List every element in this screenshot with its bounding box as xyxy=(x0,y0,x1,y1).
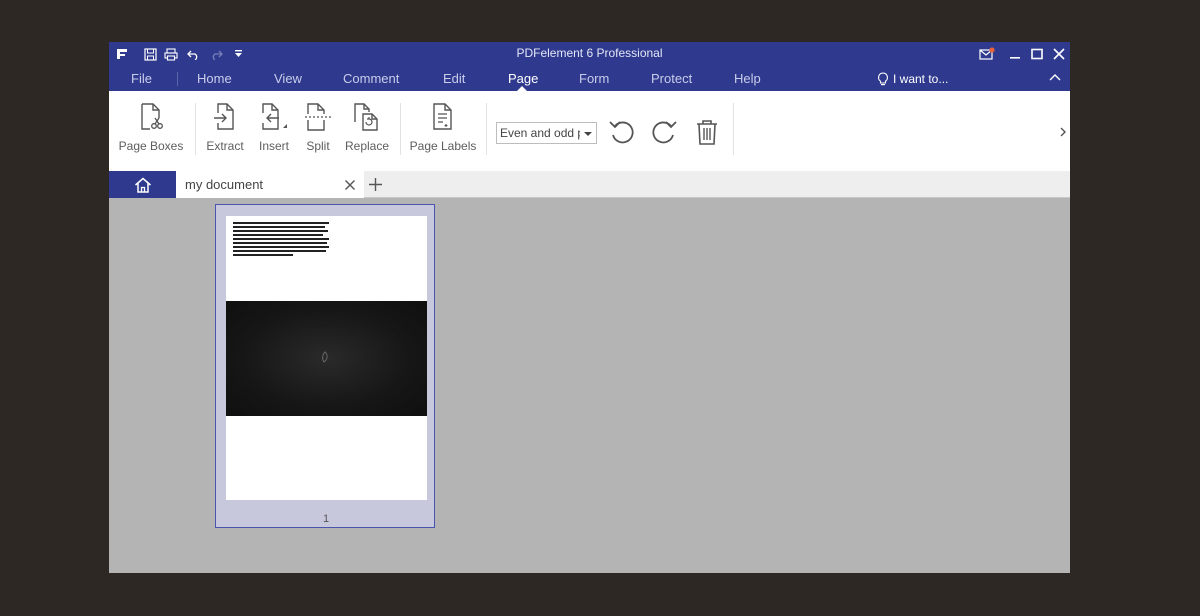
trash-icon xyxy=(697,120,717,145)
delete-page-button[interactable] xyxy=(692,117,722,147)
page-range-select[interactable]: Even and odd pages xyxy=(496,122,597,144)
document-tab[interactable]: my document xyxy=(176,171,364,198)
leaf-logo-icon xyxy=(322,351,328,363)
page-range-value: Even and odd pages xyxy=(500,126,580,140)
insert-icon xyxy=(259,101,289,133)
menu-form[interactable]: Form xyxy=(579,70,609,88)
menu-comment[interactable]: Comment xyxy=(343,70,399,88)
page-image xyxy=(226,301,427,416)
notification-icon[interactable] xyxy=(976,44,998,64)
insert-label: Insert xyxy=(258,139,289,153)
lightbulb-icon xyxy=(878,72,888,86)
menu-home[interactable]: Home xyxy=(197,70,232,88)
page-ribbon: Page Boxes Extract Insert Split Replace … xyxy=(109,91,1070,171)
menu-separator xyxy=(177,72,178,86)
page-thumbnail[interactable]: 1 xyxy=(215,204,435,528)
menu-bar: File Home View Comment Edit Page Form Pr… xyxy=(109,66,1070,91)
chevron-down-icon xyxy=(584,132,592,136)
page-thumbnails-area: 1 xyxy=(109,198,1070,573)
document-tab-name: my document xyxy=(185,177,264,192)
window-title: PDFelement 6 Professional xyxy=(516,46,663,60)
page-labels-button[interactable]: Page Labels xyxy=(409,101,477,161)
ribbon-separator xyxy=(486,103,487,155)
insert-button[interactable]: Insert xyxy=(254,101,294,161)
menu-protect[interactable]: Protect xyxy=(651,70,692,88)
replace-label: Replace xyxy=(344,139,390,153)
i-want-to-search[interactable]: I want to... xyxy=(877,70,948,88)
close-tab-icon[interactable] xyxy=(343,178,357,192)
rotate-right-button[interactable] xyxy=(649,117,679,147)
ribbon-separator xyxy=(400,103,401,155)
ribbon-separator xyxy=(195,103,196,155)
add-tab-icon[interactable] xyxy=(368,177,383,192)
page-preview xyxy=(226,216,427,500)
ribbon-separator xyxy=(733,103,734,155)
ribbon-scroll-right-icon[interactable] xyxy=(1059,125,1067,137)
page-boxes-icon xyxy=(136,101,166,133)
home-tab[interactable] xyxy=(109,171,176,198)
maximize-icon[interactable] xyxy=(1026,44,1048,64)
split-icon xyxy=(303,101,333,133)
collapse-ribbon-icon[interactable] xyxy=(1048,71,1062,85)
split-button[interactable]: Split xyxy=(298,101,338,161)
page-boxes-label: Page Boxes xyxy=(118,139,184,153)
minimize-icon[interactable] xyxy=(1004,44,1026,64)
page-labels-label: Page Labels xyxy=(409,139,477,153)
menu-edit[interactable]: Edit xyxy=(443,70,465,88)
menu-help[interactable]: Help xyxy=(734,70,761,88)
menu-file[interactable]: File xyxy=(131,70,152,88)
menu-view[interactable]: View xyxy=(274,70,302,88)
app-window: PDFelement 6 Professional File Home View… xyxy=(109,42,1070,573)
page-number: 1 xyxy=(322,513,330,525)
page-labels-icon xyxy=(428,101,458,133)
document-tab-bar: my document xyxy=(109,171,1070,198)
split-label: Split xyxy=(306,139,330,153)
extract-button[interactable]: Extract xyxy=(205,101,245,161)
i-want-to-label: I want to... xyxy=(893,72,949,86)
title-bar: PDFelement 6 Professional xyxy=(109,42,1070,66)
replace-icon xyxy=(352,101,382,133)
page-text-block xyxy=(233,222,329,258)
rotate-left-button[interactable] xyxy=(607,117,637,147)
extract-label: Extract xyxy=(206,139,244,153)
home-icon xyxy=(134,177,151,193)
rotate-left-icon xyxy=(609,121,634,144)
rotate-right-icon xyxy=(652,121,677,144)
close-window-icon[interactable] xyxy=(1048,44,1070,64)
page-boxes-button[interactable]: Page Boxes xyxy=(118,101,184,161)
extract-icon xyxy=(210,101,240,133)
replace-button[interactable]: Replace xyxy=(344,101,390,161)
